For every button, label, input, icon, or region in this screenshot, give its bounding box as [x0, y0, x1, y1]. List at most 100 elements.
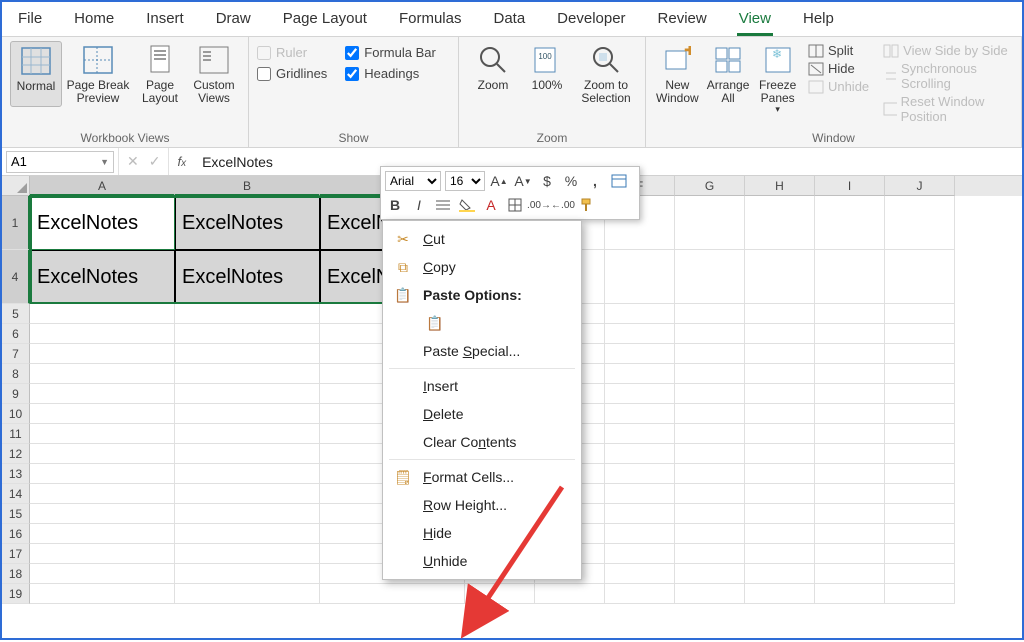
- hide-window-button[interactable]: Hide: [808, 61, 869, 76]
- menu-clear-contents[interactable]: Clear Contents: [383, 428, 581, 456]
- cell-F13[interactable]: [605, 464, 675, 484]
- row-header-5[interactable]: 5: [2, 304, 30, 324]
- cell-C19[interactable]: [320, 584, 465, 604]
- cell-G13[interactable]: [675, 464, 745, 484]
- row-header-6[interactable]: 6: [2, 324, 30, 344]
- row-header-12[interactable]: 12: [2, 444, 30, 464]
- cell-A10[interactable]: [30, 404, 175, 424]
- cell-H19[interactable]: [745, 584, 815, 604]
- ruler-checkbox[interactable]: Ruler: [257, 45, 327, 60]
- cell-G7[interactable]: [675, 344, 745, 364]
- italic-icon[interactable]: I: [409, 195, 429, 215]
- cell-J7[interactable]: [885, 344, 955, 364]
- cell-H11[interactable]: [745, 424, 815, 444]
- menu-paste-special[interactable]: Paste Special...: [383, 337, 581, 365]
- cell-J8[interactable]: [885, 364, 955, 384]
- cell-F15[interactable]: [605, 504, 675, 524]
- cell-J19[interactable]: [885, 584, 955, 604]
- cell-E19[interactable]: [535, 584, 605, 604]
- row-header-9[interactable]: 9: [2, 384, 30, 404]
- row-header-15[interactable]: 15: [2, 504, 30, 524]
- cell-B5[interactable]: [175, 304, 320, 324]
- cell-H9[interactable]: [745, 384, 815, 404]
- cell-J4[interactable]: [885, 250, 955, 304]
- row-header-19[interactable]: 19: [2, 584, 30, 604]
- column-header-I[interactable]: I: [815, 176, 885, 196]
- cell-J10[interactable]: [885, 404, 955, 424]
- cell-F14[interactable]: [605, 484, 675, 504]
- custom-views-button[interactable]: Custom Views: [188, 41, 240, 107]
- cell-A8[interactable]: [30, 364, 175, 384]
- cell-F16[interactable]: [605, 524, 675, 544]
- cell-F18[interactable]: [605, 564, 675, 584]
- accept-formula-icon[interactable]: ✓: [149, 153, 161, 170]
- cell-I6[interactable]: [815, 324, 885, 344]
- cell-F6[interactable]: [605, 324, 675, 344]
- cell-F5[interactable]: [605, 304, 675, 324]
- tab-draw[interactable]: Draw: [214, 6, 253, 36]
- cell-G16[interactable]: [675, 524, 745, 544]
- cell-I7[interactable]: [815, 344, 885, 364]
- row-header-14[interactable]: 14: [2, 484, 30, 504]
- cell-B9[interactable]: [175, 384, 320, 404]
- cell-G5[interactable]: [675, 304, 745, 324]
- cell-G19[interactable]: [675, 584, 745, 604]
- page-break-preview-button[interactable]: Page Break Preview: [64, 41, 132, 107]
- row-header-11[interactable]: 11: [2, 424, 30, 444]
- cell-H18[interactable]: [745, 564, 815, 584]
- tab-developer[interactable]: Developer: [555, 6, 627, 36]
- cell-G15[interactable]: [675, 504, 745, 524]
- cell-G17[interactable]: [675, 544, 745, 564]
- cell-F17[interactable]: [605, 544, 675, 564]
- menu-hide[interactable]: Hide: [383, 519, 581, 547]
- cell-I18[interactable]: [815, 564, 885, 584]
- cell-B15[interactable]: [175, 504, 320, 524]
- align-icon[interactable]: [433, 195, 453, 215]
- tab-help[interactable]: Help: [801, 6, 836, 36]
- cell-H5[interactable]: [745, 304, 815, 324]
- decrease-decimal-icon[interactable]: ←.00: [553, 195, 573, 215]
- cell-H16[interactable]: [745, 524, 815, 544]
- split-button[interactable]: Split: [808, 43, 869, 58]
- tab-file[interactable]: File: [16, 6, 44, 36]
- cell-B1[interactable]: ExcelNotes: [175, 196, 320, 250]
- cell-H1[interactable]: [745, 196, 815, 250]
- cell-A9[interactable]: [30, 384, 175, 404]
- cell-F7[interactable]: [605, 344, 675, 364]
- cell-F10[interactable]: [605, 404, 675, 424]
- fill-color-icon[interactable]: [457, 195, 477, 215]
- cell-A4[interactable]: ExcelNotes: [30, 250, 175, 304]
- mini-font-select[interactable]: Arial: [385, 171, 441, 191]
- cell-G6[interactable]: [675, 324, 745, 344]
- cell-G8[interactable]: [675, 364, 745, 384]
- cell-H15[interactable]: [745, 504, 815, 524]
- cell-G18[interactable]: [675, 564, 745, 584]
- gridlines-checkbox[interactable]: Gridlines: [257, 66, 327, 81]
- cell-I9[interactable]: [815, 384, 885, 404]
- cell-B18[interactable]: [175, 564, 320, 584]
- menu-cut[interactable]: ✂CuCutt: [383, 225, 581, 253]
- cell-D19[interactable]: [465, 584, 535, 604]
- cell-A5[interactable]: [30, 304, 175, 324]
- cell-A16[interactable]: [30, 524, 175, 544]
- table-format-icon[interactable]: [609, 171, 629, 191]
- tab-data[interactable]: Data: [491, 6, 527, 36]
- decrease-font-icon[interactable]: A▼: [513, 171, 533, 191]
- tab-formulas[interactable]: Formulas: [397, 6, 464, 36]
- menu-copy[interactable]: ⧉Copy: [383, 253, 581, 281]
- zoom-to-selection-button[interactable]: Zoom to Selection: [575, 41, 637, 107]
- cell-H7[interactable]: [745, 344, 815, 364]
- new-window-button[interactable]: ✚ New Window: [654, 41, 701, 124]
- select-all-corner[interactable]: [2, 176, 30, 196]
- fx-icon[interactable]: fx: [169, 154, 194, 169]
- page-layout-button[interactable]: Page Layout: [134, 41, 186, 107]
- cell-F9[interactable]: [605, 384, 675, 404]
- cell-I11[interactable]: [815, 424, 885, 444]
- cell-G9[interactable]: [675, 384, 745, 404]
- cell-H12[interactable]: [745, 444, 815, 464]
- cell-J15[interactable]: [885, 504, 955, 524]
- borders-icon[interactable]: [505, 195, 525, 215]
- column-header-H[interactable]: H: [745, 176, 815, 196]
- cell-J9[interactable]: [885, 384, 955, 404]
- mini-size-select[interactable]: 16: [445, 171, 485, 191]
